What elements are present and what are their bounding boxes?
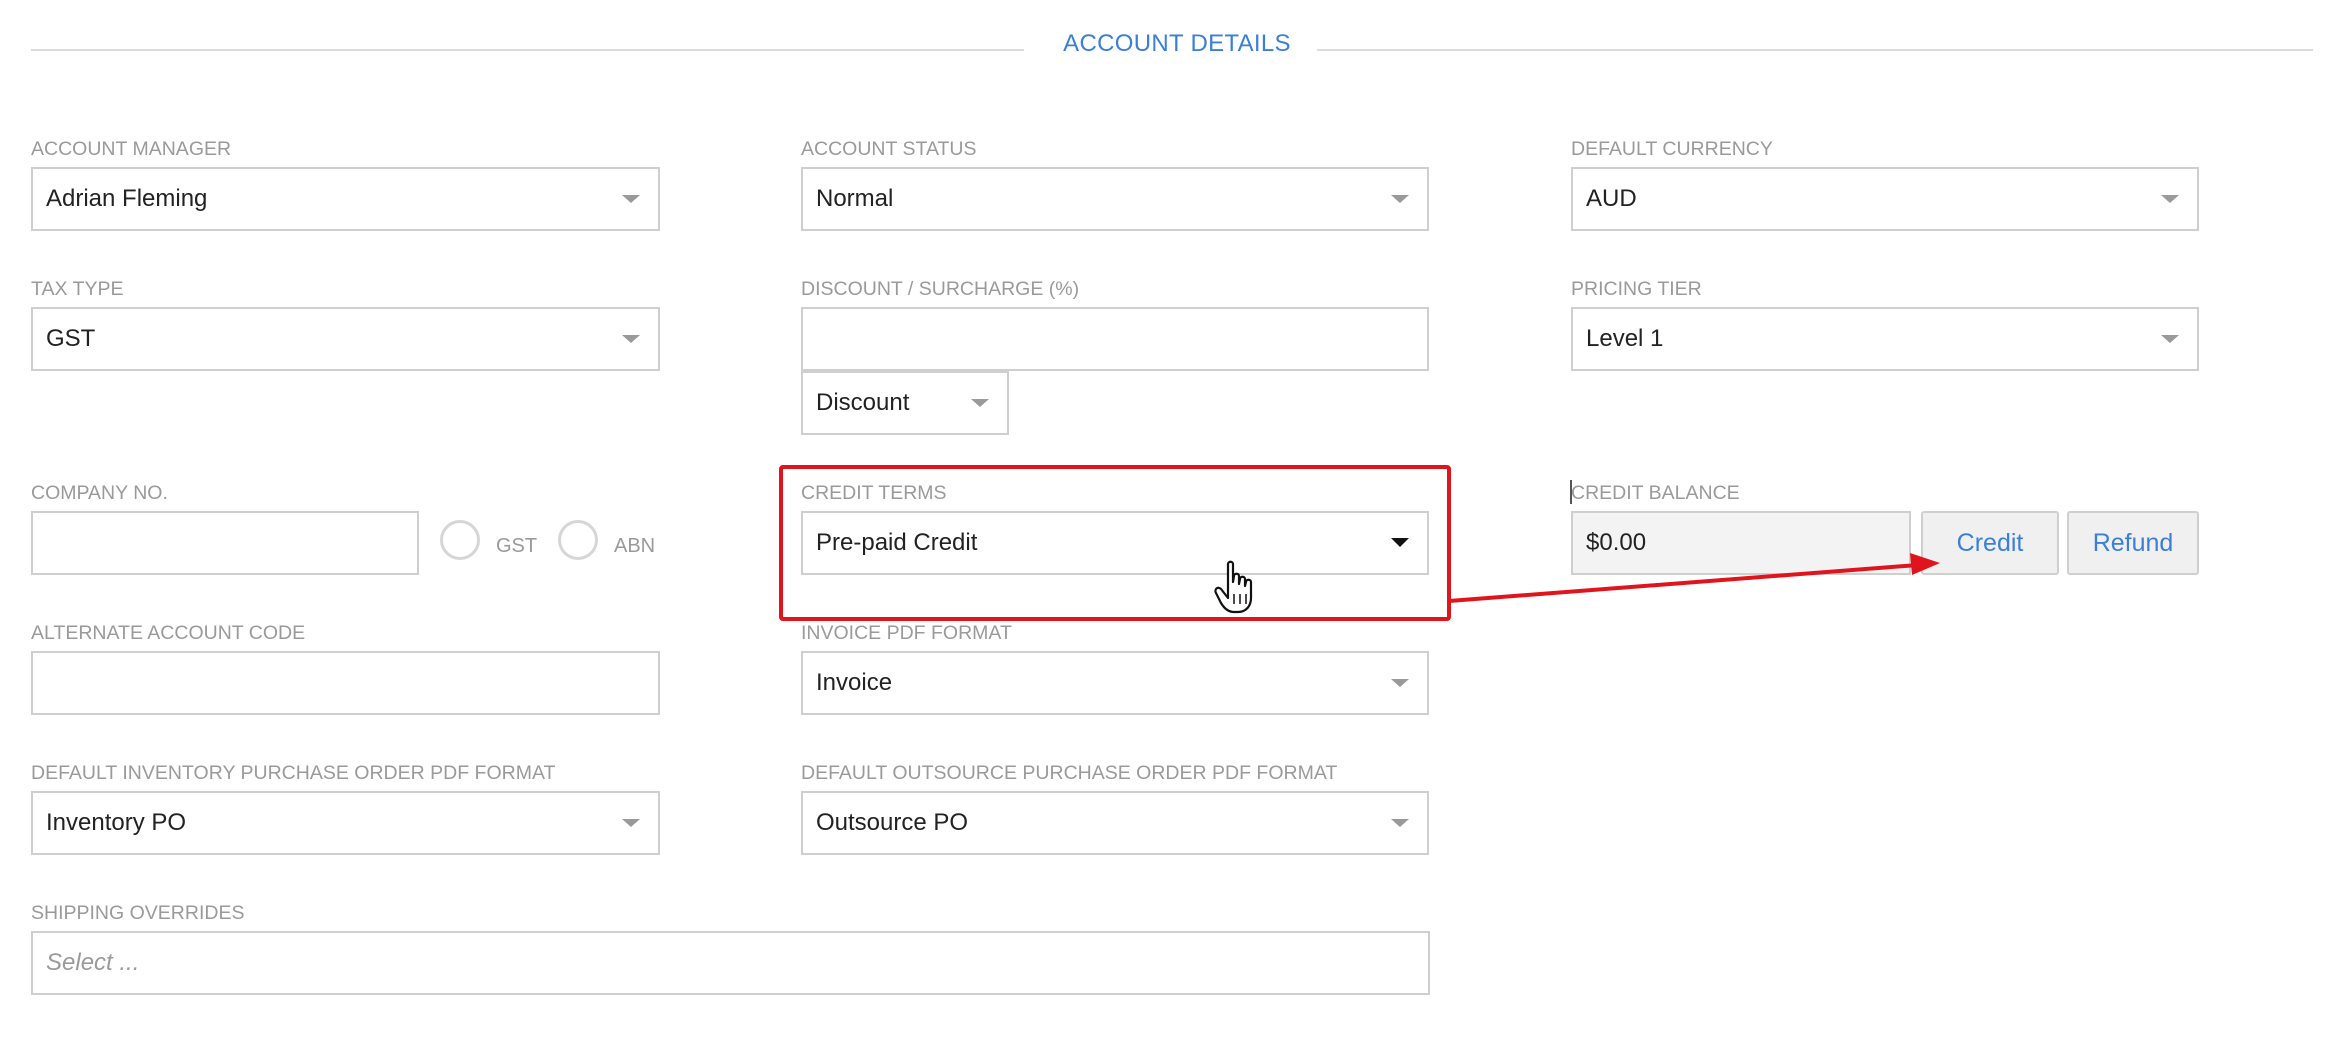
hand-cursor-icon xyxy=(1214,560,1253,614)
